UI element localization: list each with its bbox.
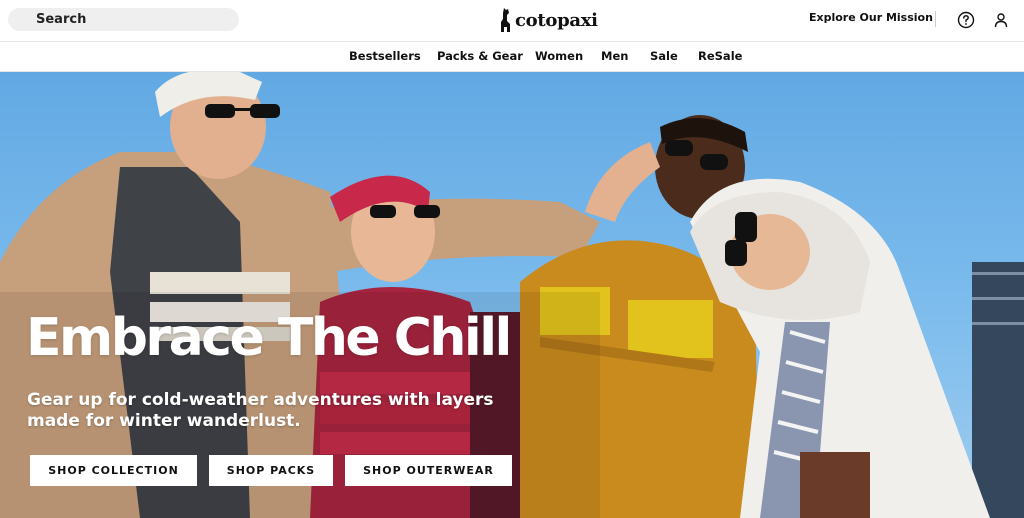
nav-item-women[interactable]: Women [535, 49, 583, 63]
hero-banner[interactable]: Embrace The Chill Gear up for cold-weath… [0, 72, 1024, 518]
shop-packs-button[interactable]: SHOP PACKS [209, 455, 333, 486]
search-label: Search [36, 12, 87, 27]
nav-item-men[interactable]: Men [601, 49, 628, 63]
llama-logo-icon [501, 8, 510, 32]
nav-item-bestsellers[interactable]: Bestsellers [349, 49, 421, 63]
nav-item-resale[interactable]: ReSale [698, 49, 742, 63]
nav-item-sale[interactable]: Sale [650, 49, 678, 63]
brand-logo[interactable]: cotopaxi [500, 5, 598, 35]
hero-photo [0, 72, 1024, 518]
nav-item-packs-gear[interactable]: Packs & Gear [437, 49, 523, 63]
shop-collection-button[interactable]: SHOP COLLECTION [30, 455, 197, 486]
header-divider [935, 11, 936, 27]
brand-logo-text: cotopaxi [515, 9, 598, 31]
user-icon[interactable] [993, 12, 1009, 28]
help-circle-icon[interactable] [957, 11, 975, 29]
hero-subhead: Gear up for cold-weather adventures with… [27, 390, 494, 431]
shop-outerwear-button[interactable]: SHOP OUTERWEAR [345, 455, 512, 486]
mission-link[interactable]: Explore Our Mission [809, 11, 933, 24]
top-header: Search cotopaxi Explore Our Mission [0, 0, 1024, 41]
main-nav: Bestsellers Packs & Gear Women Men Sale … [0, 41, 1024, 72]
hero-headline: Embrace The Chill [26, 308, 512, 368]
search-input[interactable]: Search [8, 8, 239, 31]
